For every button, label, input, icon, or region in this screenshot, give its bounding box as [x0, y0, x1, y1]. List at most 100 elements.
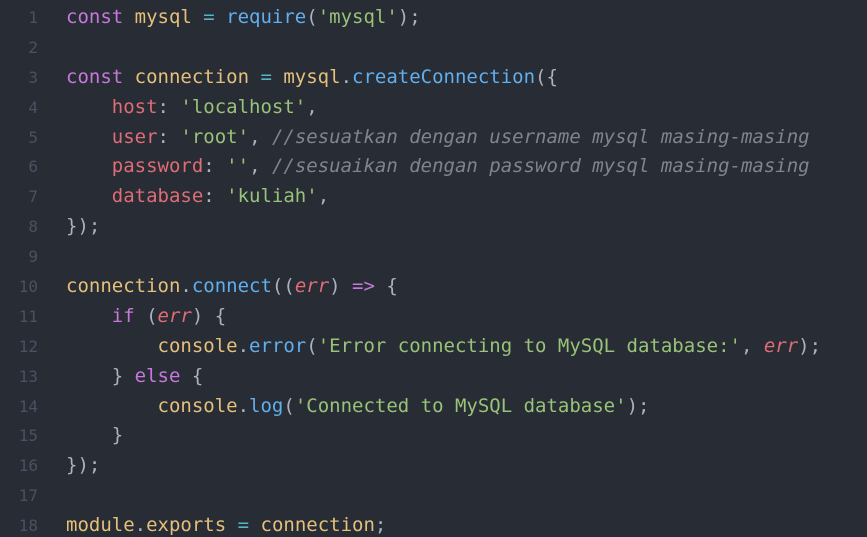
code-line[interactable]: 1 const mysql = require('mysql');: [0, 3, 867, 33]
line-number: 12: [18, 336, 38, 356]
line-number: 2: [28, 37, 38, 57]
code-token-punct: ,: [249, 125, 272, 148]
code-token-punct: .: [134, 514, 147, 537]
line-number: 5: [28, 127, 38, 147]
line-number: 7: [28, 187, 38, 207]
code-line[interactable]: 5 user: 'root', //sesuatkan dengan usern…: [0, 123, 867, 153]
code-token-param: err: [763, 334, 799, 357]
code-token-keyword: const: [66, 65, 135, 88]
line-content: database: 'kuliah',: [66, 182, 329, 212]
code-token-punct: );: [798, 334, 822, 357]
line-content: if (err) {: [66, 302, 226, 332]
line-content: }: [66, 421, 123, 451]
code-token-method: connect: [191, 275, 272, 298]
code-token-punct: {: [180, 364, 204, 387]
line-content: console.log('Connected to MySQL database…: [66, 392, 650, 422]
line-number: 15: [18, 426, 38, 446]
code-token-punct: });: [66, 454, 101, 477]
code-editor[interactable]: 1 const mysql = require('mysql'); 2 3 const …: [0, 0, 867, 537]
code-token-punct: .: [237, 394, 250, 417]
code-token-param: err: [157, 304, 192, 327]
code-token-punct: );: [626, 394, 650, 417]
line-number: 18: [18, 516, 38, 536]
code-token-prop: database: [111, 185, 204, 208]
code-token-comment: //sesuaikan dengan password mysql masing…: [271, 155, 810, 178]
code-line[interactable]: 4 host: 'localhost',: [0, 93, 867, 123]
code-lines: 1 const mysql = require('mysql'); 2 3 const …: [0, 3, 867, 537]
code-token-punct: ((: [271, 275, 295, 298]
code-token-punct: .: [237, 334, 250, 357]
line-number: 3: [28, 67, 38, 87]
code-line[interactable]: 8});: [0, 212, 867, 242]
code-line[interactable]: 14 console.log('Connected to MySQL datab…: [0, 392, 867, 422]
code-token-prop: user: [111, 125, 158, 148]
code-token-punct: (: [283, 394, 295, 417]
line-number: 10: [18, 277, 38, 297]
code-token-method: error: [249, 334, 307, 357]
line-number: 13: [18, 366, 38, 386]
code-token-keyword: const: [66, 6, 135, 28]
code-line[interactable]: 18 module.exports = connection;: [0, 511, 867, 537]
code-token-string: 'mysql': [317, 6, 398, 28]
code-token-punct: ,: [249, 155, 272, 178]
code-line[interactable]: 3 const connection = mysql.createConnecti…: [0, 63, 867, 93]
code-token-punct: ;: [374, 514, 387, 537]
code-line[interactable]: 10 connection.connect((err) => {: [0, 272, 867, 302]
code-line[interactable]: 17: [0, 481, 867, 511]
code-line[interactable]: 7 database: 'kuliah',: [0, 182, 867, 212]
code-token-punct: :: [203, 155, 227, 178]
code-line[interactable]: 2: [0, 33, 867, 63]
code-line[interactable]: 15 }: [0, 421, 867, 451]
code-token-punct: }: [111, 364, 135, 387]
code-token-func: require: [226, 6, 307, 28]
code-token-punct: :: [203, 185, 227, 208]
code-token-punct: ,: [740, 334, 764, 357]
code-token-string: 'root': [180, 125, 250, 148]
line-number: 11: [18, 306, 38, 326]
code-token-keyword: =>: [352, 275, 375, 298]
line-content: password: '', //sesuaikan dengan passwor…: [66, 152, 810, 182]
line-content: host: 'localhost',: [66, 93, 318, 123]
code-token-punct: .: [340, 65, 353, 88]
line-content: } else {: [66, 362, 204, 392]
code-line[interactable]: 12 console.error('Error connecting to My…: [0, 332, 867, 362]
code-token-variable: module: [66, 514, 135, 537]
code-token-punct: ) {: [191, 304, 227, 327]
code-line[interactable]: 9: [0, 242, 867, 272]
code-line[interactable]: 11 if (err) {: [0, 302, 867, 332]
line-number: 17: [18, 486, 38, 506]
line-number: 16: [18, 456, 38, 476]
code-token-string: 'Connected to MySQL database': [294, 394, 627, 417]
code-token-punct: (: [306, 334, 318, 357]
code-token-punct: ,: [306, 95, 318, 118]
code-token-punct: :: [157, 95, 181, 118]
line-number: 6: [28, 157, 38, 177]
line-number: 1: [28, 8, 38, 27]
code-token-punct: (: [306, 6, 318, 28]
code-token-method: createConnection: [352, 65, 536, 88]
line-content: });: [66, 451, 100, 481]
line-content: console.error('Error connecting to MySQL…: [66, 332, 822, 362]
code-token-param: err: [294, 275, 330, 298]
line-content: const connection = mysql.createConnectio…: [66, 63, 558, 93]
code-token-string: 'kuliah': [226, 185, 318, 208]
line-number: 9: [28, 247, 38, 267]
line-content: const mysql = require('mysql');: [66, 3, 421, 33]
code-token-operator: =: [249, 65, 284, 88]
code-token-object: console: [157, 334, 238, 357]
code-line[interactable]: 16});: [0, 451, 867, 481]
code-token-punct: );: [397, 6, 421, 28]
code-line[interactable]: 6 password: '', //sesuaikan dengan passw…: [0, 152, 867, 182]
line-content: connection.connect((err) => {: [66, 272, 398, 302]
code-token-punct: (: [134, 304, 158, 327]
code-token-variable: exports: [146, 514, 227, 537]
code-token-prop: host: [111, 95, 158, 118]
code-line[interactable]: 13 } else {: [0, 362, 867, 392]
